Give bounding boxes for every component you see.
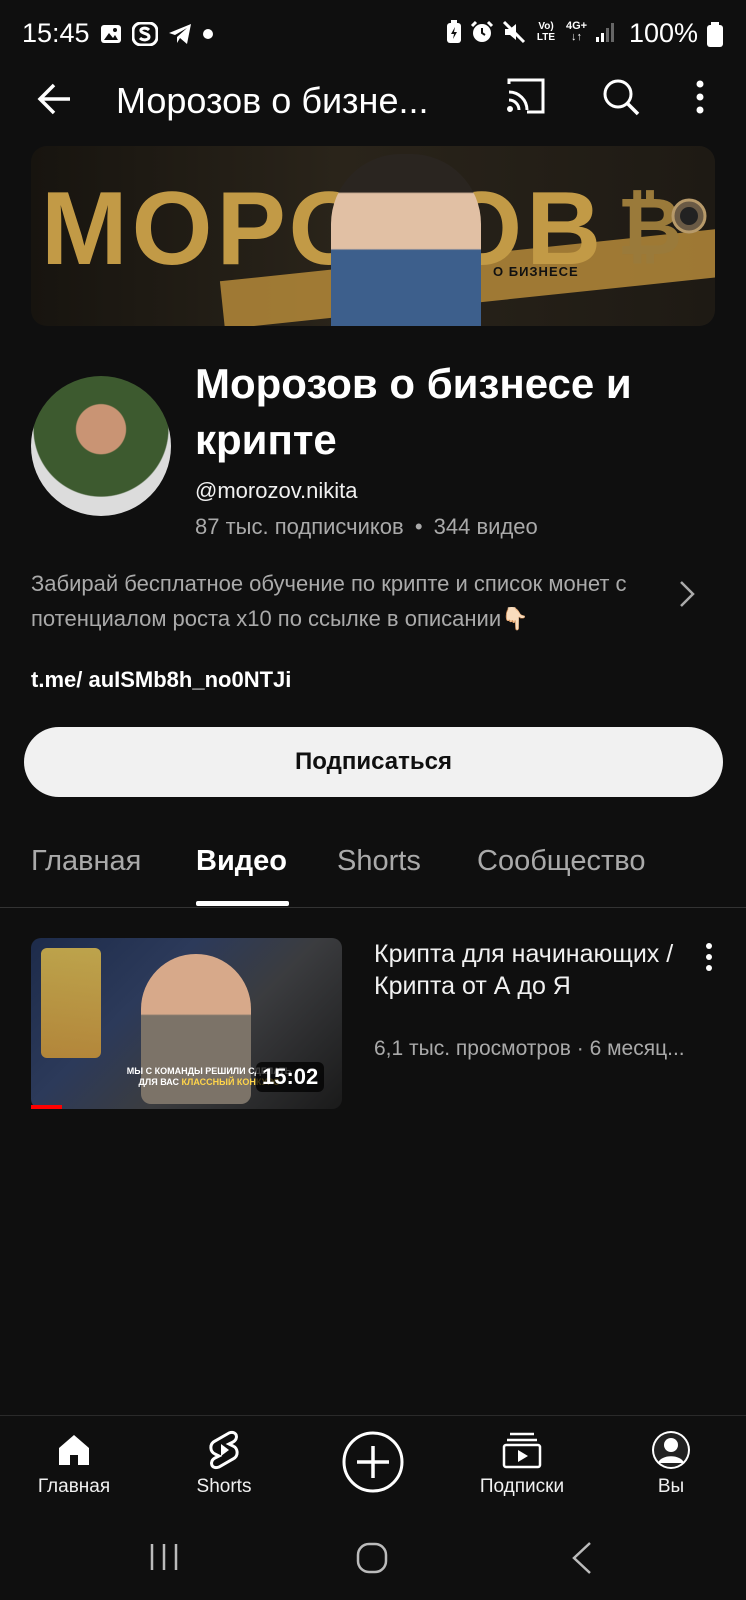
- channel-handle: @morozov.nikita: [195, 478, 358, 503]
- video-more-icon[interactable]: [704, 942, 714, 977]
- subscribe-button[interactable]: Подписаться: [24, 727, 723, 797]
- channel-avatar[interactable]: [31, 376, 171, 516]
- status-right-icons: Vo) LTE 4G+ ↓↑: [446, 20, 617, 44]
- recent-apps-icon[interactable]: [148, 1541, 180, 1578]
- meta-separator: •: [414, 514, 423, 539]
- channel-banner: МОРОЗОВ О БИЗНЕСЕ ₿: [31, 146, 715, 326]
- channel-link[interactable]: t.me/ auISMb8h_no0NTJi: [31, 667, 291, 693]
- mute-icon: [502, 20, 526, 44]
- shorts-icon: [207, 1428, 241, 1472]
- subscriptions-icon: [502, 1428, 542, 1472]
- system-navigation-bar: [0, 1519, 746, 1600]
- top-app-bar: Морозов о бизне...: [0, 70, 746, 130]
- active-tab-indicator: [196, 901, 289, 906]
- watch-progress-bar: [31, 1105, 62, 1109]
- tab-community[interactable]: Сообщество: [477, 845, 645, 878]
- bottom-navigation: Главная Shorts Подписки Вы: [0, 1415, 746, 1520]
- nav-you-label: Вы: [657, 1476, 685, 1497]
- channel-tabs: Главная Видео Shorts Сообщество: [0, 835, 746, 908]
- thumb-light: [41, 948, 101, 1058]
- video-title[interactable]: Крипта для начинающих / Крипта от А до Я: [374, 938, 694, 1002]
- signal-icon: [595, 21, 617, 43]
- banner-subtitle: О БИЗНЕСЕ: [493, 264, 579, 279]
- nav-shorts-label: Shorts: [196, 1476, 252, 1497]
- alarm-icon: [470, 20, 494, 44]
- nav-home[interactable]: Главная: [14, 1416, 134, 1520]
- create-icon: [341, 1430, 405, 1494]
- video-duration: 15:02: [256, 1062, 325, 1092]
- dot-icon: [202, 28, 214, 40]
- thumb-caption-line-2: ДЛЯ ВАС: [138, 1077, 180, 1087]
- back-button-icon[interactable]: [570, 1541, 594, 1580]
- subscriber-count: 87 тыс. подписчиков: [195, 514, 404, 539]
- telegram-icon: [168, 23, 192, 45]
- tab-home[interactable]: Главная: [31, 845, 141, 878]
- status-time: 15:45: [22, 18, 90, 48]
- video-meta: 6,1 тыс. просмотров · 6 месяц...: [374, 1037, 685, 1060]
- battery-saver-icon: [446, 20, 462, 44]
- search-icon[interactable]: [602, 78, 640, 121]
- channel-name: Морозов о бизнесе и крипте: [195, 360, 632, 463]
- s-app-icon: [132, 22, 158, 46]
- nav-shorts[interactable]: Shorts: [164, 1416, 284, 1520]
- banner-person: [331, 154, 481, 326]
- battery-icon: [706, 22, 724, 48]
- 4g-icon: 4G+ ↓↑: [566, 20, 588, 43]
- volte-icon: Vo) LTE: [534, 21, 558, 43]
- page-title: Морозов о бизне...: [116, 80, 429, 121]
- cast-icon[interactable]: [505, 78, 547, 119]
- tab-shorts[interactable]: Shorts: [337, 845, 421, 878]
- volte-label: Vo) LTE: [536, 21, 556, 43]
- battery-percent: 100%: [628, 18, 698, 48]
- status-bar: 15:45 Vo) LTE 4G+ ↓↑ 100%: [0, 0, 746, 70]
- watch-icon: [669, 194, 709, 243]
- back-arrow-icon[interactable]: [36, 80, 74, 123]
- more-vert-icon[interactable]: [694, 78, 706, 121]
- nav-subscriptions-label: Подписки: [479, 1476, 565, 1497]
- nav-create[interactable]: [313, 1416, 433, 1520]
- home-icon: [56, 1428, 92, 1472]
- tab-videos[interactable]: Видео: [196, 845, 287, 878]
- nav-subscriptions[interactable]: Подписки: [462, 1416, 582, 1520]
- image-icon: [100, 23, 122, 45]
- account-icon: [651, 1428, 691, 1472]
- video-count: 344 видео: [433, 514, 538, 539]
- chevron-right-icon[interactable]: [678, 580, 696, 613]
- status-left-icons: [100, 22, 214, 46]
- home-button-icon[interactable]: [355, 1541, 389, 1580]
- nav-you[interactable]: Вы: [611, 1416, 731, 1520]
- channel-description[interactable]: Забирай бесплатное обучение по крипте и …: [31, 566, 671, 636]
- nav-home-label: Главная: [37, 1476, 111, 1497]
- channel-meta: 87 тыс. подписчиков • 344 видео: [195, 514, 538, 540]
